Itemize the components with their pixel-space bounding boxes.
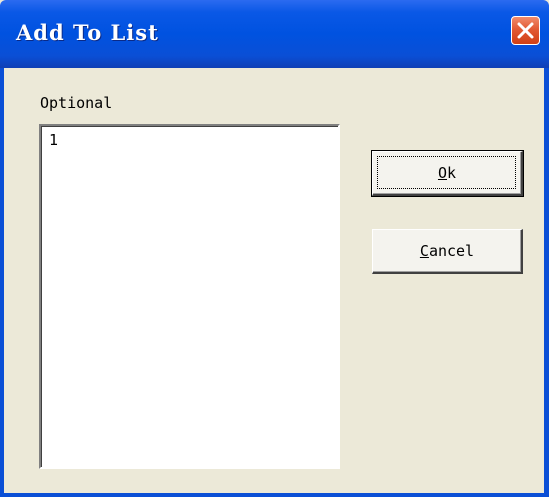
window-border-left [0,68,4,497]
cancel-label-rest: ancel [428,242,475,260]
optional-label: Optional [40,94,113,112]
add-to-list-dialog: Add To List Optional 1 Ok Cancel [0,0,549,497]
window-title: Add To List [16,20,159,45]
close-button[interactable] [511,16,540,45]
window-border-right [544,68,549,497]
optional-listbox[interactable]: 1 [39,124,340,469]
window-border-bottom [0,493,549,497]
focus-rectangle [377,156,516,189]
title-bar[interactable]: Add To List [0,0,549,68]
list-item[interactable]: 1 [49,131,58,149]
cancel-button[interactable]: Cancel [372,229,523,274]
cancel-button-label: Cancel [420,242,474,260]
ok-button[interactable]: Ok [371,150,524,197]
cancel-mnemonic: C [419,242,429,260]
